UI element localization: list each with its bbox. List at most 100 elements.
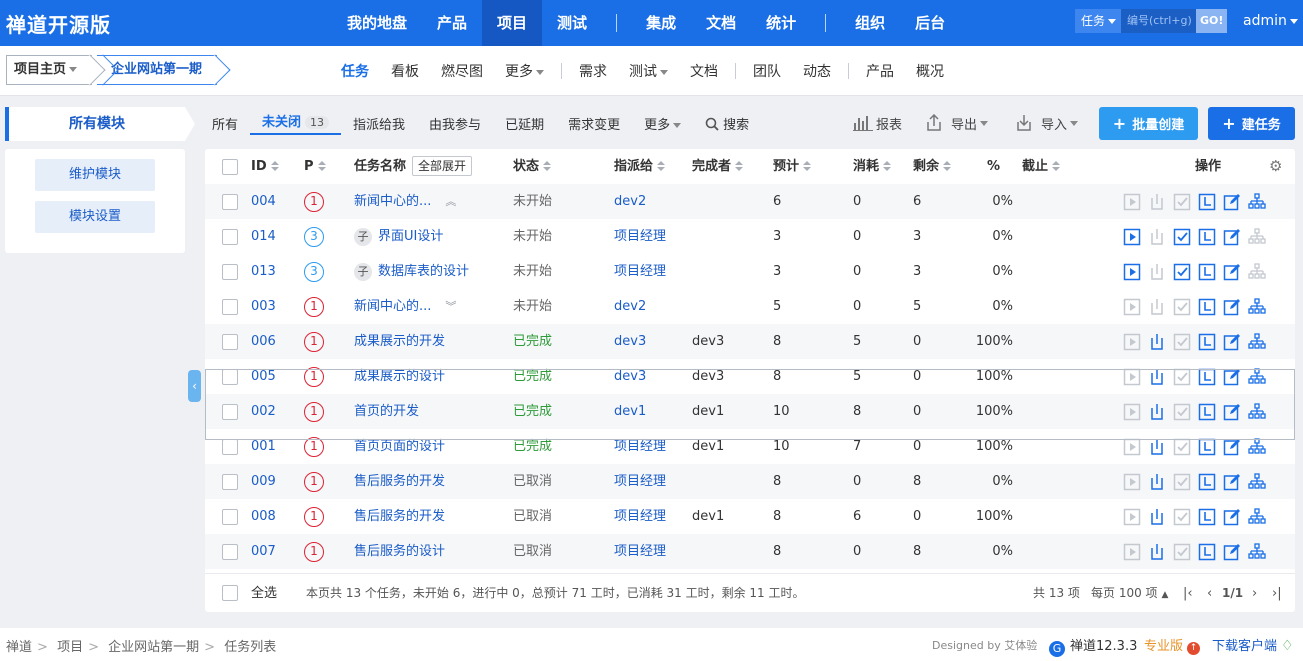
edit-icon[interactable] <box>1223 438 1241 456</box>
sub-task-icon[interactable] <box>1248 193 1266 211</box>
task-id-link[interactable]: 003 <box>251 289 276 324</box>
row-checkbox[interactable] <box>222 544 238 560</box>
sub-task-icon[interactable] <box>1248 543 1266 561</box>
record-icon[interactable] <box>1173 438 1191 456</box>
start-icon[interactable] <box>1123 473 1141 491</box>
edit-icon[interactable] <box>1223 228 1241 246</box>
task-name-link[interactable]: 售后服务的开发 <box>354 474 445 489</box>
breadcrumb-project-select[interactable]: 企业网站第一期 <box>97 55 217 85</box>
effort-icon[interactable] <box>1198 473 1216 491</box>
column-id[interactable]: ID <box>251 149 279 184</box>
version-link[interactable]: G 禅道12.3.3 <box>1049 635 1137 657</box>
footer-crumb[interactable]: 项目 <box>57 640 83 655</box>
sub-task-icon[interactable] <box>1248 368 1266 386</box>
task-id-link[interactable]: 008 <box>251 499 276 534</box>
effort-icon[interactable] <box>1198 333 1216 351</box>
assigned-to-link[interactable]: 项目经理 <box>614 254 666 289</box>
last-page-icon[interactable]: ›| <box>1272 576 1282 611</box>
brand-logo[interactable]: 禅道开源版 <box>6 9 111 38</box>
start-icon[interactable] <box>1123 333 1141 351</box>
footer-crumb[interactable]: 禅道 <box>6 640 32 655</box>
assigned-to-link[interactable]: dev2 <box>614 289 646 324</box>
sidebar-collapse-handle[interactable]: ‹ <box>188 370 201 402</box>
start-icon[interactable] <box>1123 403 1141 421</box>
row-checkbox[interactable] <box>222 404 238 420</box>
expand-icon[interactable]: ︾ <box>445 289 456 324</box>
column-settings-gear-icon[interactable]: ⚙ <box>1269 149 1282 184</box>
assigned-to-link[interactable]: dev3 <box>614 324 646 359</box>
filter-story-changed[interactable]: 需求变更 <box>556 114 632 133</box>
assigned-to-link[interactable]: dev1 <box>614 394 646 429</box>
edit-icon[interactable] <box>1223 193 1241 211</box>
filter-assigned-to-me[interactable]: 指派给我 <box>341 114 417 133</box>
record-icon[interactable] <box>1173 298 1191 316</box>
record-icon[interactable] <box>1173 193 1191 211</box>
main-nav-admin[interactable]: 后台 <box>900 0 960 46</box>
finish-icon[interactable] <box>1148 298 1166 316</box>
row-checkbox[interactable] <box>222 474 238 490</box>
row-checkbox[interactable] <box>222 299 238 315</box>
task-id-link[interactable]: 004 <box>251 184 276 219</box>
assigned-to-link[interactable]: 项目经理 <box>614 464 666 499</box>
effort-icon[interactable] <box>1198 543 1216 561</box>
row-checkbox[interactable] <box>222 334 238 350</box>
task-name-link[interactable]: 数据库表的设计 <box>378 264 469 279</box>
row-checkbox[interactable] <box>222 194 238 210</box>
main-nav-project[interactable]: 项目 <box>482 0 543 46</box>
finish-icon[interactable] <box>1148 193 1166 211</box>
sub-task-icon[interactable] <box>1248 473 1266 491</box>
select-all-checkbox[interactable] <box>222 585 238 601</box>
task-name-link[interactable]: 新闻中心的... <box>354 299 431 314</box>
finish-icon[interactable] <box>1148 473 1166 491</box>
search-toggle[interactable]: 搜索 <box>693 114 761 133</box>
subnav-burndown[interactable]: 燃尽图 <box>430 61 494 81</box>
subnav-more[interactable]: 更多 <box>494 61 555 81</box>
effort-icon[interactable] <box>1198 403 1216 421</box>
start-icon[interactable] <box>1123 228 1141 246</box>
sub-task-icon[interactable] <box>1248 263 1266 281</box>
task-name-link[interactable]: 成果展示的设计 <box>354 369 445 384</box>
start-icon[interactable] <box>1123 508 1141 526</box>
row-checkbox[interactable] <box>222 264 238 280</box>
sub-task-icon[interactable] <box>1248 403 1266 421</box>
task-name-link[interactable]: 首页页面的设计 <box>354 439 445 454</box>
assigned-to-link[interactable]: 项目经理 <box>614 499 666 534</box>
finish-icon[interactable] <box>1148 403 1166 421</box>
subnav-product[interactable]: 产品 <box>855 61 905 81</box>
finish-icon[interactable] <box>1148 333 1166 351</box>
breadcrumb-project-home[interactable]: 项目主页 <box>6 55 92 85</box>
start-icon[interactable] <box>1123 298 1141 316</box>
search-go-button[interactable]: GO! <box>1196 9 1228 33</box>
search-input[interactable]: 编号(ctrl+g) <box>1121 9 1197 33</box>
maintain-module-button[interactable]: 维护模块 <box>35 159 155 191</box>
subnav-kanban[interactable]: 看板 <box>380 61 430 81</box>
task-name-link[interactable]: 新闻中心的... <box>354 194 431 209</box>
main-nav-company[interactable]: 组织 <box>840 0 900 46</box>
record-icon[interactable] <box>1173 403 1191 421</box>
filter-more[interactable]: 更多 <box>632 114 693 133</box>
subnav-task[interactable]: 任务 <box>330 61 380 81</box>
finish-icon[interactable] <box>1148 543 1166 561</box>
subnav-doc[interactable]: 文档 <box>679 61 729 81</box>
row-checkbox[interactable] <box>222 509 238 525</box>
finish-icon[interactable] <box>1148 368 1166 386</box>
collapse-icon[interactable]: ︽ <box>445 184 456 219</box>
record-icon[interactable] <box>1173 228 1191 246</box>
export-button[interactable]: 导出 <box>925 107 989 139</box>
edit-icon[interactable] <box>1223 298 1241 316</box>
edition-link[interactable]: 专业版 ↑ <box>1144 635 1201 655</box>
sub-task-icon[interactable] <box>1248 228 1266 246</box>
task-id-link[interactable]: 013 <box>251 254 276 289</box>
start-icon[interactable] <box>1123 263 1141 281</box>
edit-icon[interactable] <box>1223 543 1241 561</box>
task-id-link[interactable]: 006 <box>251 324 276 359</box>
record-icon[interactable] <box>1173 263 1191 281</box>
subnav-story[interactable]: 需求 <box>568 61 618 81</box>
start-icon[interactable] <box>1123 438 1141 456</box>
task-id-link[interactable]: 001 <box>251 429 276 464</box>
assigned-to-link[interactable]: dev3 <box>614 359 646 394</box>
filter-delayed[interactable]: 已延期 <box>493 114 556 133</box>
column-estimate[interactable]: 预计 <box>773 149 812 184</box>
search-type-select[interactable]: 任务 <box>1075 9 1122 33</box>
import-button[interactable]: 导入 <box>1015 107 1079 139</box>
